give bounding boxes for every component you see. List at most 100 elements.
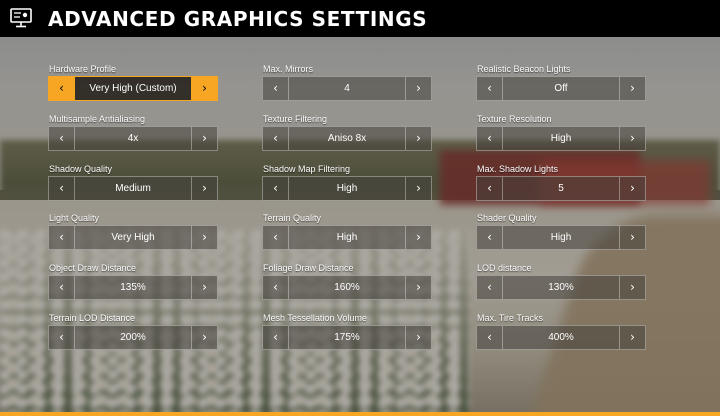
chevron-left-icon[interactable]: ‹ bbox=[263, 326, 289, 349]
chevron-right-icon[interactable]: › bbox=[191, 326, 217, 349]
setting-value: 160% bbox=[334, 282, 360, 293]
chevron-left-icon[interactable]: ‹ bbox=[477, 226, 503, 249]
option-selector[interactable]: ‹ 135% › bbox=[48, 275, 218, 300]
setting-lod-distance: LOD distance ‹ 130% › bbox=[476, 261, 646, 305]
option-selector[interactable]: ‹ Off › bbox=[476, 76, 646, 101]
option-selector[interactable]: ‹ 200% › bbox=[48, 325, 218, 350]
option-selector[interactable]: ‹ 160% › bbox=[262, 275, 432, 300]
setting-terrain-lod-distance: Terrain LOD Distance ‹ 200% › bbox=[48, 311, 218, 355]
option-selector[interactable]: ‹ High › bbox=[262, 176, 432, 201]
chevron-right-icon[interactable]: › bbox=[191, 177, 217, 200]
setting-value: 200% bbox=[120, 332, 146, 343]
setting-value: 175% bbox=[334, 332, 360, 343]
setting-shadow-quality: Shadow Quality ‹ Medium › bbox=[48, 162, 218, 206]
setting-value: 5 bbox=[558, 183, 564, 194]
setting-value: 130% bbox=[548, 282, 574, 293]
monitor-settings-icon bbox=[10, 8, 32, 28]
option-selector[interactable]: ‹ 4 › bbox=[262, 76, 432, 101]
chevron-right-icon[interactable]: › bbox=[405, 226, 431, 249]
setting-foliage-draw-distance: Foliage Draw Distance ‹ 160% › bbox=[262, 261, 432, 305]
setting-mesh-tessellation-volume: Mesh Tessellation Volume ‹ 175% › bbox=[262, 311, 432, 355]
setting-value: High bbox=[336, 232, 358, 243]
setting-label: Realistic Beacon Lights bbox=[477, 64, 571, 74]
setting-label: Shadow Map Filtering bbox=[263, 164, 351, 174]
chevron-right-icon[interactable]: › bbox=[619, 77, 645, 100]
setting-label: Foliage Draw Distance bbox=[263, 263, 354, 273]
setting-light-quality: Light Quality ‹ Very High › bbox=[48, 211, 218, 255]
chevron-right-icon[interactable]: › bbox=[191, 226, 217, 249]
setting-value: Very High (Custom) bbox=[89, 83, 177, 94]
chevron-left-icon[interactable]: ‹ bbox=[49, 226, 75, 249]
option-selector[interactable]: ‹ Very High › bbox=[48, 225, 218, 250]
setting-value: Very High bbox=[111, 232, 155, 243]
option-selector[interactable]: ‹ 4x › bbox=[48, 126, 218, 151]
chevron-left-icon[interactable]: ‹ bbox=[477, 326, 503, 349]
setting-max-shadow-lights: Max. Shadow Lights ‹ 5 › bbox=[476, 162, 646, 206]
setting-label: Hardware Profile bbox=[49, 64, 117, 74]
page-title: ADVANCED GRAPHICS SETTINGS bbox=[48, 7, 428, 31]
chevron-right-icon[interactable]: › bbox=[619, 326, 645, 349]
setting-value: 135% bbox=[120, 282, 146, 293]
setting-label: Mesh Tessellation Volume bbox=[263, 313, 367, 323]
setting-label: Terrain Quality bbox=[263, 213, 322, 223]
setting-shadow-map-filtering: Shadow Map Filtering ‹ High › bbox=[262, 162, 432, 206]
chevron-left-icon[interactable]: ‹ bbox=[477, 77, 503, 100]
option-selector[interactable]: ‹ Medium › bbox=[48, 176, 218, 201]
chevron-left-icon[interactable]: ‹ bbox=[263, 177, 289, 200]
setting-max-tire-tracks: Max. Tire Tracks ‹ 400% › bbox=[476, 311, 646, 355]
setting-label: Texture Filtering bbox=[263, 114, 328, 124]
chevron-left-icon[interactable]: ‹ bbox=[263, 276, 289, 299]
setting-shader-quality: Shader Quality ‹ High › bbox=[476, 211, 646, 255]
chevron-left-icon[interactable]: ‹ bbox=[49, 326, 75, 349]
setting-object-draw-distance: Object Draw Distance ‹ 135% › bbox=[48, 261, 218, 305]
chevron-left-icon[interactable]: ‹ bbox=[49, 127, 75, 150]
option-selector[interactable]: ‹ Very High (Custom) › bbox=[48, 76, 218, 101]
chevron-left-icon[interactable]: ‹ bbox=[477, 127, 503, 150]
chevron-right-icon[interactable]: › bbox=[619, 177, 645, 200]
chevron-right-icon[interactable]: › bbox=[405, 177, 431, 200]
chevron-left-icon[interactable]: ‹ bbox=[263, 127, 289, 150]
option-selector[interactable]: ‹ 130% › bbox=[476, 275, 646, 300]
setting-realistic-beacon-lights: Realistic Beacon Lights ‹ Off › bbox=[476, 62, 646, 106]
setting-label: Max. Shadow Lights bbox=[477, 164, 559, 174]
chevron-left-icon[interactable]: ‹ bbox=[477, 177, 503, 200]
setting-texture-filtering: Texture Filtering ‹ Aniso 8x › bbox=[262, 112, 432, 156]
setting-hardware-profile: Hardware Profile ‹ Very High (Custom) › bbox=[48, 62, 218, 106]
chevron-right-icon[interactable]: › bbox=[405, 276, 431, 299]
option-selector[interactable]: ‹ 5 › bbox=[476, 176, 646, 201]
setting-value: High bbox=[550, 232, 572, 243]
setting-value: 400% bbox=[548, 332, 574, 343]
option-selector[interactable]: ‹ High › bbox=[476, 225, 646, 250]
option-selector[interactable]: ‹ High › bbox=[476, 126, 646, 151]
chevron-right-icon[interactable]: › bbox=[405, 127, 431, 150]
setting-terrain-quality: Terrain Quality ‹ High › bbox=[262, 211, 432, 255]
option-selector[interactable]: ‹ 175% › bbox=[262, 325, 432, 350]
option-selector[interactable]: ‹ Aniso 8x › bbox=[262, 126, 432, 151]
chevron-right-icon[interactable]: › bbox=[405, 77, 431, 100]
option-selector[interactable]: ‹ 400% › bbox=[476, 325, 646, 350]
chevron-left-icon[interactable]: ‹ bbox=[477, 276, 503, 299]
chevron-right-icon[interactable]: › bbox=[619, 276, 645, 299]
chevron-right-icon[interactable]: › bbox=[619, 226, 645, 249]
setting-label: Max. Mirrors bbox=[263, 64, 313, 74]
chevron-left-icon[interactable]: ‹ bbox=[49, 177, 75, 200]
chevron-right-icon[interactable]: › bbox=[405, 326, 431, 349]
chevron-right-icon[interactable]: › bbox=[191, 127, 217, 150]
bottom-accent-bar bbox=[0, 412, 720, 416]
chevron-right-icon[interactable]: › bbox=[191, 276, 217, 299]
setting-value: 4x bbox=[127, 133, 139, 144]
header-bar: ADVANCED GRAPHICS SETTINGS bbox=[0, 0, 720, 37]
chevron-left-icon[interactable]: ‹ bbox=[49, 77, 75, 100]
chevron-left-icon[interactable]: ‹ bbox=[263, 77, 289, 100]
setting-label: Texture Resolution bbox=[477, 114, 552, 124]
chevron-right-icon[interactable]: › bbox=[619, 127, 645, 150]
setting-label: LOD distance bbox=[477, 263, 532, 273]
chevron-left-icon[interactable]: ‹ bbox=[263, 226, 289, 249]
setting-multisample-antialiasing: Multisample Antialiasing ‹ 4x › bbox=[48, 112, 218, 156]
setting-max-mirrors: Max. Mirrors ‹ 4 › bbox=[262, 62, 432, 106]
chevron-right-icon[interactable]: › bbox=[191, 77, 217, 100]
chevron-left-icon[interactable]: ‹ bbox=[49, 276, 75, 299]
setting-label: Light Quality bbox=[49, 213, 100, 223]
option-selector[interactable]: ‹ High › bbox=[262, 225, 432, 250]
setting-label: Shader Quality bbox=[477, 213, 537, 223]
